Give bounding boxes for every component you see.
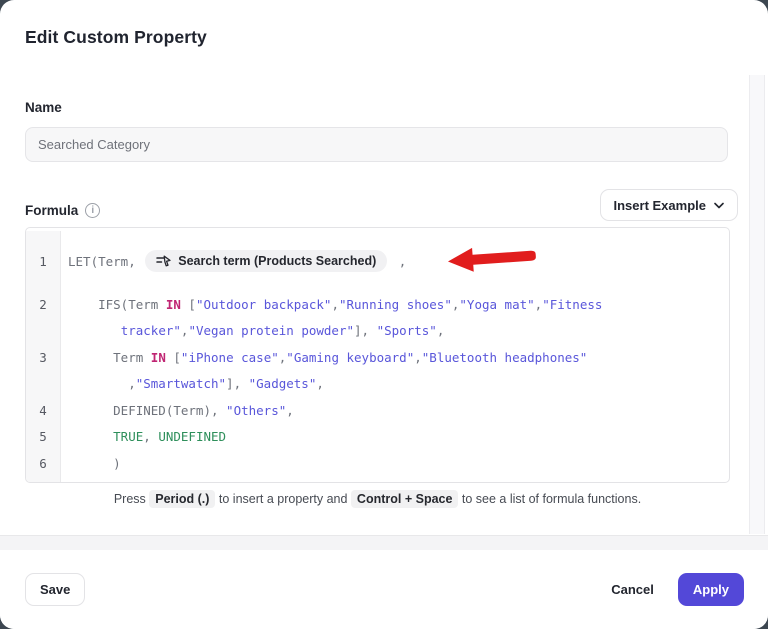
name-label: Name <box>25 100 62 115</box>
property-chip[interactable]: Search term (Products Searched) <box>145 250 387 272</box>
code-row: ,"Smartwatch"], "Gadgets", <box>26 371 729 398</box>
line-number: 1 <box>26 231 61 291</box>
code-row: 2 IFS(Term IN ["Outdoor backpack","Runni… <box>26 291 729 318</box>
formula-label: Formula <box>25 203 78 218</box>
line-number: 3 <box>26 344 61 371</box>
save-button[interactable]: Save <box>25 573 85 606</box>
edit-custom-property-modal: Edit Custom Property Name Formula i Inse… <box>0 0 768 629</box>
hint-text: Press <box>114 492 149 506</box>
insert-example-button[interactable]: Insert Example <box>600 189 739 221</box>
cancel-button[interactable]: Cancel <box>599 573 666 606</box>
code-row: 3 Term IN ["iPhone case","Gaming keyboar… <box>26 344 729 371</box>
code-line: IFS(Term IN ["Outdoor backpack","Running… <box>61 297 602 312</box>
line-number: 6 <box>26 450 61 477</box>
modal-footer: Save Cancel Apply <box>0 550 768 629</box>
code-line: ,"Smartwatch"], "Gadgets", <box>61 376 324 391</box>
code-row: 4 DEFINED(Term), "Others", <box>26 397 729 424</box>
footer-gap-band <box>0 536 768 550</box>
name-input[interactable] <box>25 127 728 162</box>
info-icon[interactable]: i <box>85 203 100 218</box>
code-line: DEFINED(Term), "Others", <box>61 403 294 418</box>
code-line: LET(Term, Search term (Products Searched… <box>61 231 538 291</box>
line-number <box>26 371 61 398</box>
hint-text: to see a list of formula functions. <box>458 492 641 506</box>
code-line: TRUE, UNDEFINED <box>61 429 226 444</box>
formula-editor[interactable]: 1LET(Term, Search term (Products Searche… <box>25 227 730 483</box>
line-number <box>26 318 61 345</box>
code-row: 7 ) <box>26 477 729 484</box>
code-row: tracker","Vegan protein powder"], "Sport… <box>26 318 729 345</box>
code-line: ) <box>61 482 91 483</box>
line-number: 2 <box>26 291 61 318</box>
code-line: ) <box>61 456 121 471</box>
code-row: 6 ) <box>26 450 729 477</box>
code-line: tracker","Vegan protein powder"], "Sport… <box>61 323 444 338</box>
red-annotation-arrow <box>414 227 540 295</box>
kbd-period: Period (.) <box>149 490 215 508</box>
line-number: 7 <box>26 477 61 484</box>
kbd-control-space: Control + Space <box>351 490 459 508</box>
formula-label-row: Formula i <box>25 203 100 218</box>
apply-button[interactable]: Apply <box>678 573 744 606</box>
page-title: Edit Custom Property <box>25 27 207 48</box>
code-row: 1LET(Term, Search term (Products Searche… <box>26 228 729 291</box>
hint-text: to insert a property and <box>215 492 351 506</box>
property-chip-label: Search term (Products Searched) <box>178 254 376 268</box>
insert-example-label: Insert Example <box>614 198 707 213</box>
search-term-property-icon <box>156 254 171 268</box>
vertical-scrollbar[interactable] <box>749 75 765 534</box>
code-rows: 1LET(Term, Search term (Products Searche… <box>26 228 729 483</box>
line-number: 5 <box>26 424 61 451</box>
code-row: 5 TRUE, UNDEFINED <box>26 424 729 451</box>
editor-hint: Press Period (.) to insert a property an… <box>25 492 730 506</box>
chevron-down-icon <box>714 202 724 209</box>
code-line: Term IN ["iPhone case","Gaming keyboard"… <box>61 350 587 365</box>
line-number: 4 <box>26 397 61 424</box>
